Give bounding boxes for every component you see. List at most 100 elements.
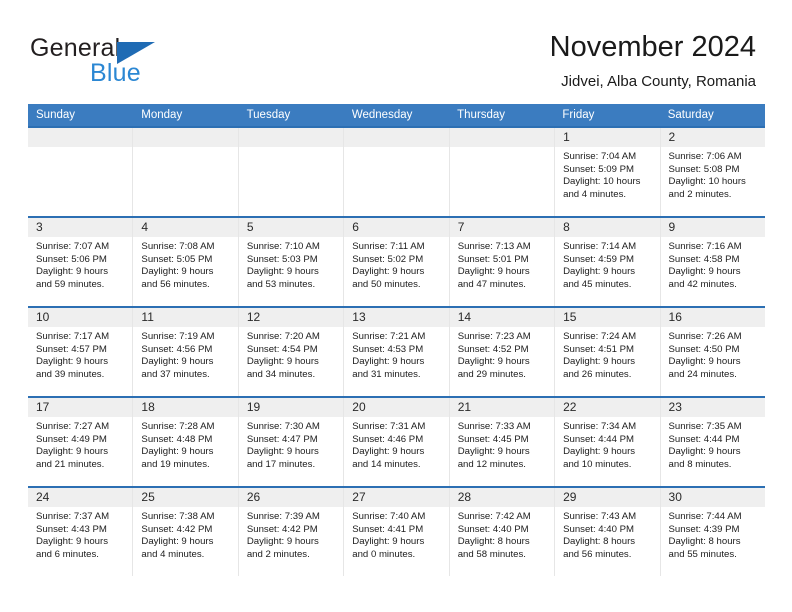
day-cell[interactable]: 3 Sunrise: 7:07 AM Sunset: 5:06 PM Dayli…: [28, 218, 134, 306]
day-band: 23: [660, 398, 765, 417]
day-band: 27: [344, 488, 449, 507]
day-info: Sunrise: 7:35 AM Sunset: 4:44 PM Dayligh…: [661, 417, 765, 471]
sunrise-text: Sunrise: 7:30 AM: [246, 421, 320, 432]
day-cell[interactable]: 24 Sunrise: 7:37 AM Sunset: 4:43 PM Dayl…: [28, 488, 134, 576]
day-number: 13: [352, 310, 366, 324]
sunset-text: Sunset: 4:44 PM: [668, 433, 740, 445]
day-number: 14: [457, 310, 472, 324]
daylight-text-line2: and 56 minutes.: [563, 548, 632, 560]
sunrise-text: Sunrise: 7:19 AM: [141, 331, 215, 342]
sunset-text: Sunset: 4:58 PM: [668, 253, 740, 265]
day-cell[interactable]: 11 Sunrise: 7:19 AM Sunset: 4:56 PM Dayl…: [133, 308, 239, 396]
day-cell[interactable]: 23 Sunrise: 7:35 AM Sunset: 4:44 PM Dayl…: [660, 398, 765, 486]
day-cell[interactable]: 4 Sunrise: 7:08 AM Sunset: 5:05 PM Dayli…: [133, 218, 239, 306]
weekday-friday: Friday: [562, 109, 595, 121]
day-info: Sunrise: 7:04 AM Sunset: 5:09 PM Dayligh…: [555, 147, 659, 201]
day-cell[interactable]: [28, 128, 134, 216]
daylight-text-line1: Daylight: 9 hours: [141, 446, 214, 458]
day-number: 29: [563, 490, 577, 504]
day-cell[interactable]: 29 Sunrise: 7:43 AM Sunset: 4:40 PM Dayl…: [555, 488, 661, 576]
day-cell[interactable]: 21 Sunrise: 7:33 AM Sunset: 4:45 PM Dayl…: [449, 398, 556, 486]
page-subtitle: Jidvei, Alba County, Romania: [561, 73, 756, 90]
day-cell[interactable]: 22 Sunrise: 7:34 AM Sunset: 4:44 PM Dayl…: [555, 398, 661, 486]
day-cell[interactable]: 1 Sunrise: 7:04 AM Sunset: 5:09 PM Dayli…: [555, 128, 661, 216]
day-cell[interactable]: 12 Sunrise: 7:20 AM Sunset: 4:54 PM Dayl…: [238, 308, 345, 396]
sunset-text: Sunset: 4:40 PM: [457, 523, 529, 535]
sunset-text: Sunset: 4:51 PM: [563, 343, 635, 355]
week-row: 3 Sunrise: 7:07 AM Sunset: 5:06 PM Dayli…: [28, 216, 765, 306]
daylight-text-line1: Daylight: 9 hours: [457, 446, 530, 458]
day-cell[interactable]: [344, 128, 450, 216]
day-cell[interactable]: 7 Sunrise: 7:13 AM Sunset: 5:01 PM Dayli…: [449, 218, 556, 306]
day-band: 2: [660, 128, 765, 147]
daylight-text-line1: Daylight: 10 hours: [668, 176, 746, 188]
daylight-text-line2: and 45 minutes.: [563, 278, 632, 290]
day-number: [344, 130, 352, 144]
sunrise-text: Sunrise: 7:11 AM: [352, 241, 425, 252]
day-band: 29: [555, 488, 660, 507]
day-band: 12: [238, 308, 344, 327]
day-cell[interactable]: 28 Sunrise: 7:42 AM Sunset: 4:40 PM Dayl…: [449, 488, 556, 576]
sunrise-text: Sunrise: 7:21 AM: [352, 331, 426, 342]
week-row: 17 Sunrise: 7:27 AM Sunset: 4:49 PM Dayl…: [28, 396, 765, 486]
day-number: [28, 130, 36, 144]
sunrise-text: Sunrise: 7:10 AM: [246, 241, 320, 252]
day-number: 25: [141, 490, 155, 504]
day-number: 15: [563, 310, 577, 324]
day-cell[interactable]: 9 Sunrise: 7:16 AM Sunset: 4:58 PM Dayli…: [660, 218, 765, 306]
day-band: 7: [449, 218, 555, 237]
day-band: 25: [133, 488, 238, 507]
day-cell[interactable]: 20 Sunrise: 7:31 AM Sunset: 4:46 PM Dayl…: [344, 398, 450, 486]
sunset-text: Sunset: 4:46 PM: [352, 433, 424, 445]
sunrise-text: Sunrise: 7:33 AM: [457, 421, 531, 432]
day-cell[interactable]: 27 Sunrise: 7:40 AM Sunset: 4:41 PM Dayl…: [344, 488, 450, 576]
day-number: 21: [457, 400, 472, 414]
sunrise-text: Sunrise: 7:07 AM: [36, 241, 110, 252]
day-cell[interactable]: [449, 128, 556, 216]
day-cell[interactable]: 17 Sunrise: 7:27 AM Sunset: 4:49 PM Dayl…: [28, 398, 134, 486]
day-cell[interactable]: 15 Sunrise: 7:24 AM Sunset: 4:51 PM Dayl…: [555, 308, 661, 396]
sunrise-text: Sunrise: 7:23 AM: [457, 331, 531, 342]
daylight-text-line2: and 2 minutes.: [246, 548, 310, 560]
day-cell[interactable]: 13 Sunrise: 7:21 AM Sunset: 4:53 PM Dayl…: [344, 308, 450, 396]
day-cell[interactable]: 30 Sunrise: 7:44 AM Sunset: 4:39 PM Dayl…: [660, 488, 765, 576]
daylight-text-line2: and 47 minutes.: [457, 278, 526, 290]
sunrise-text: Sunrise: 7:20 AM: [246, 331, 320, 342]
brand-logo[interactable]: General Blue: [30, 34, 250, 90]
day-cell[interactable]: [238, 128, 345, 216]
day-cell[interactable]: 19 Sunrise: 7:30 AM Sunset: 4:47 PM Dayl…: [238, 398, 345, 486]
day-number: 3: [36, 220, 43, 234]
day-cell[interactable]: 16 Sunrise: 7:26 AM Sunset: 4:50 PM Dayl…: [660, 308, 765, 396]
sunrise-text: Sunrise: 7:28 AM: [141, 421, 215, 432]
day-info: Sunrise: 7:39 AM Sunset: 4:42 PM Dayligh…: [239, 507, 343, 561]
day-cell[interactable]: 26 Sunrise: 7:39 AM Sunset: 4:42 PM Dayl…: [238, 488, 345, 576]
day-cell[interactable]: 14 Sunrise: 7:23 AM Sunset: 4:52 PM Dayl…: [449, 308, 556, 396]
day-info: Sunrise: 7:13 AM Sunset: 5:01 PM Dayligh…: [450, 237, 554, 291]
day-cell[interactable]: 6 Sunrise: 7:11 AM Sunset: 5:02 PM Dayli…: [344, 218, 450, 306]
sunset-text: Sunset: 4:45 PM: [457, 433, 529, 445]
day-band: 1: [555, 128, 660, 147]
day-cell[interactable]: 5 Sunrise: 7:10 AM Sunset: 5:03 PM Dayli…: [238, 218, 345, 306]
sunrise-text: Sunrise: 7:24 AM: [563, 331, 637, 342]
day-cell[interactable]: 10 Sunrise: 7:17 AM Sunset: 4:57 PM Dayl…: [28, 308, 134, 396]
day-cell[interactable]: 2 Sunrise: 7:06 AM Sunset: 5:08 PM Dayli…: [660, 128, 765, 216]
day-number: 7: [457, 220, 465, 234]
day-number: 22: [563, 400, 577, 414]
daylight-text-line2: and 19 minutes.: [141, 458, 210, 470]
day-cell[interactable]: 18 Sunrise: 7:28 AM Sunset: 4:48 PM Dayl…: [133, 398, 239, 486]
sunset-text: Sunset: 4:57 PM: [36, 343, 107, 355]
day-number: 6: [352, 220, 359, 234]
day-info: Sunrise: 7:26 AM Sunset: 4:50 PM Dayligh…: [661, 327, 765, 381]
day-cell[interactable]: [133, 128, 239, 216]
sunset-text: Sunset: 4:47 PM: [246, 433, 318, 445]
day-cell[interactable]: 8 Sunrise: 7:14 AM Sunset: 4:59 PM Dayli…: [555, 218, 661, 306]
day-info: Sunrise: 7:44 AM Sunset: 4:39 PM Dayligh…: [661, 507, 765, 561]
day-band: 10: [28, 308, 133, 327]
daylight-text-line2: and 53 minutes.: [246, 278, 316, 290]
day-number: 1: [563, 130, 570, 144]
day-cell[interactable]: 25 Sunrise: 7:38 AM Sunset: 4:42 PM Dayl…: [133, 488, 239, 576]
daylight-text-line2: and 4 minutes.: [141, 548, 205, 560]
sunset-text: Sunset: 4:48 PM: [141, 433, 213, 445]
sunset-text: Sunset: 4:49 PM: [36, 433, 107, 445]
daylight-text-line1: Daylight: 9 hours: [36, 356, 108, 368]
